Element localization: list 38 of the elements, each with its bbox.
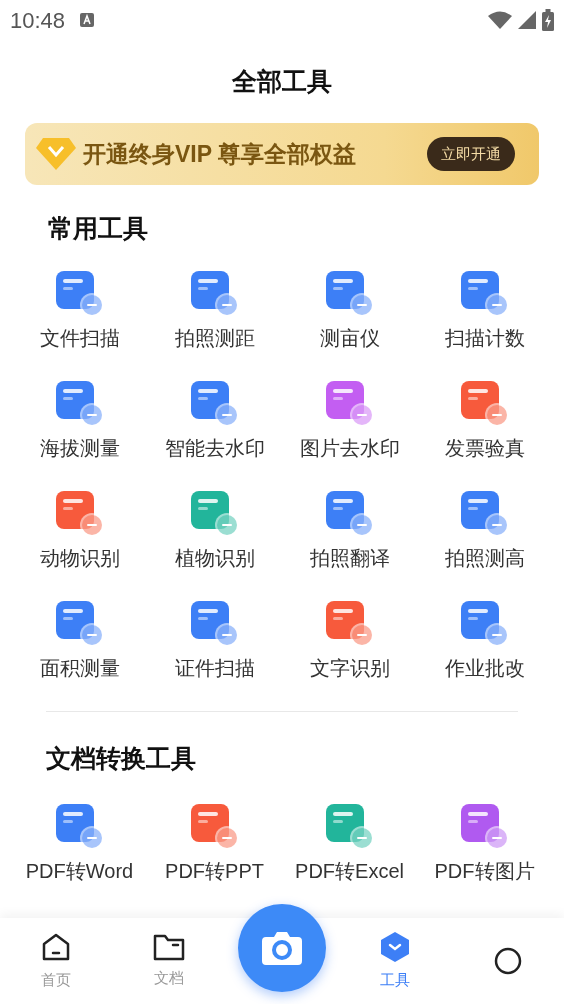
tool-label[interactable]: 植物识别 [174, 543, 255, 573]
folder-icon [153, 932, 186, 961]
tool-label[interactable]: PDF转图片 [434, 856, 535, 886]
wifi-icon [488, 11, 512, 29]
tool-label[interactable]: 文件扫描 [39, 323, 120, 353]
tool-label[interactable]: 海拔测量 [39, 433, 120, 463]
tool-label[interactable]: PDF转Word [25, 856, 134, 886]
profile-icon [492, 946, 523, 976]
tool-label[interactable]: 文字识别 [309, 653, 390, 683]
hexagon-icon [379, 930, 410, 963]
section-heading: 文档转换工具 [46, 743, 196, 775]
tool-label[interactable]: 智能去水印 [164, 433, 265, 463]
status-time: 10:48 [10, 6, 66, 35]
tool-label[interactable]: 拍照测距 [174, 323, 255, 353]
battery-icon [542, 9, 554, 31]
tool-label[interactable]: 拍照测高 [444, 543, 525, 573]
tool-label[interactable]: 证件扫描 [174, 653, 255, 683]
camera-button[interactable] [238, 904, 326, 992]
nav-tab[interactable]: 工具 [338, 918, 452, 1004]
tool-label[interactable]: 图片去水印 [299, 433, 400, 463]
tool-label[interactable]: PDF转Excel [295, 856, 404, 886]
signal-icon [518, 11, 536, 29]
tool-label[interactable]: 面积测量 [39, 653, 120, 683]
tool-label[interactable]: 扫描计数 [444, 323, 525, 353]
vip-promo-text: 开通终身VIP 尊享全部权益 [83, 139, 358, 169]
tool-label[interactable]: PDF转PPT [165, 856, 264, 886]
diamond-icon [35, 136, 77, 172]
tool-label[interactable]: 动物识别 [39, 543, 120, 573]
tool-label[interactable]: 作业批改 [444, 653, 525, 683]
tool-label[interactable]: 测亩仪 [319, 323, 380, 353]
section-heading: 常用工具 [48, 213, 148, 245]
tool-label[interactable]: 拍照翻译 [309, 543, 390, 573]
tool-label[interactable]: 发票验真 [444, 433, 525, 463]
notification-icon [79, 12, 96, 28]
page-title: 全部工具 [232, 65, 332, 97]
vip-banner[interactable]: 开通终身VIP 尊享全部权益 立即开通 [25, 123, 539, 185]
open-vip-button[interactable]: 立即开通 [427, 137, 515, 171]
camera-icon [262, 931, 302, 965]
